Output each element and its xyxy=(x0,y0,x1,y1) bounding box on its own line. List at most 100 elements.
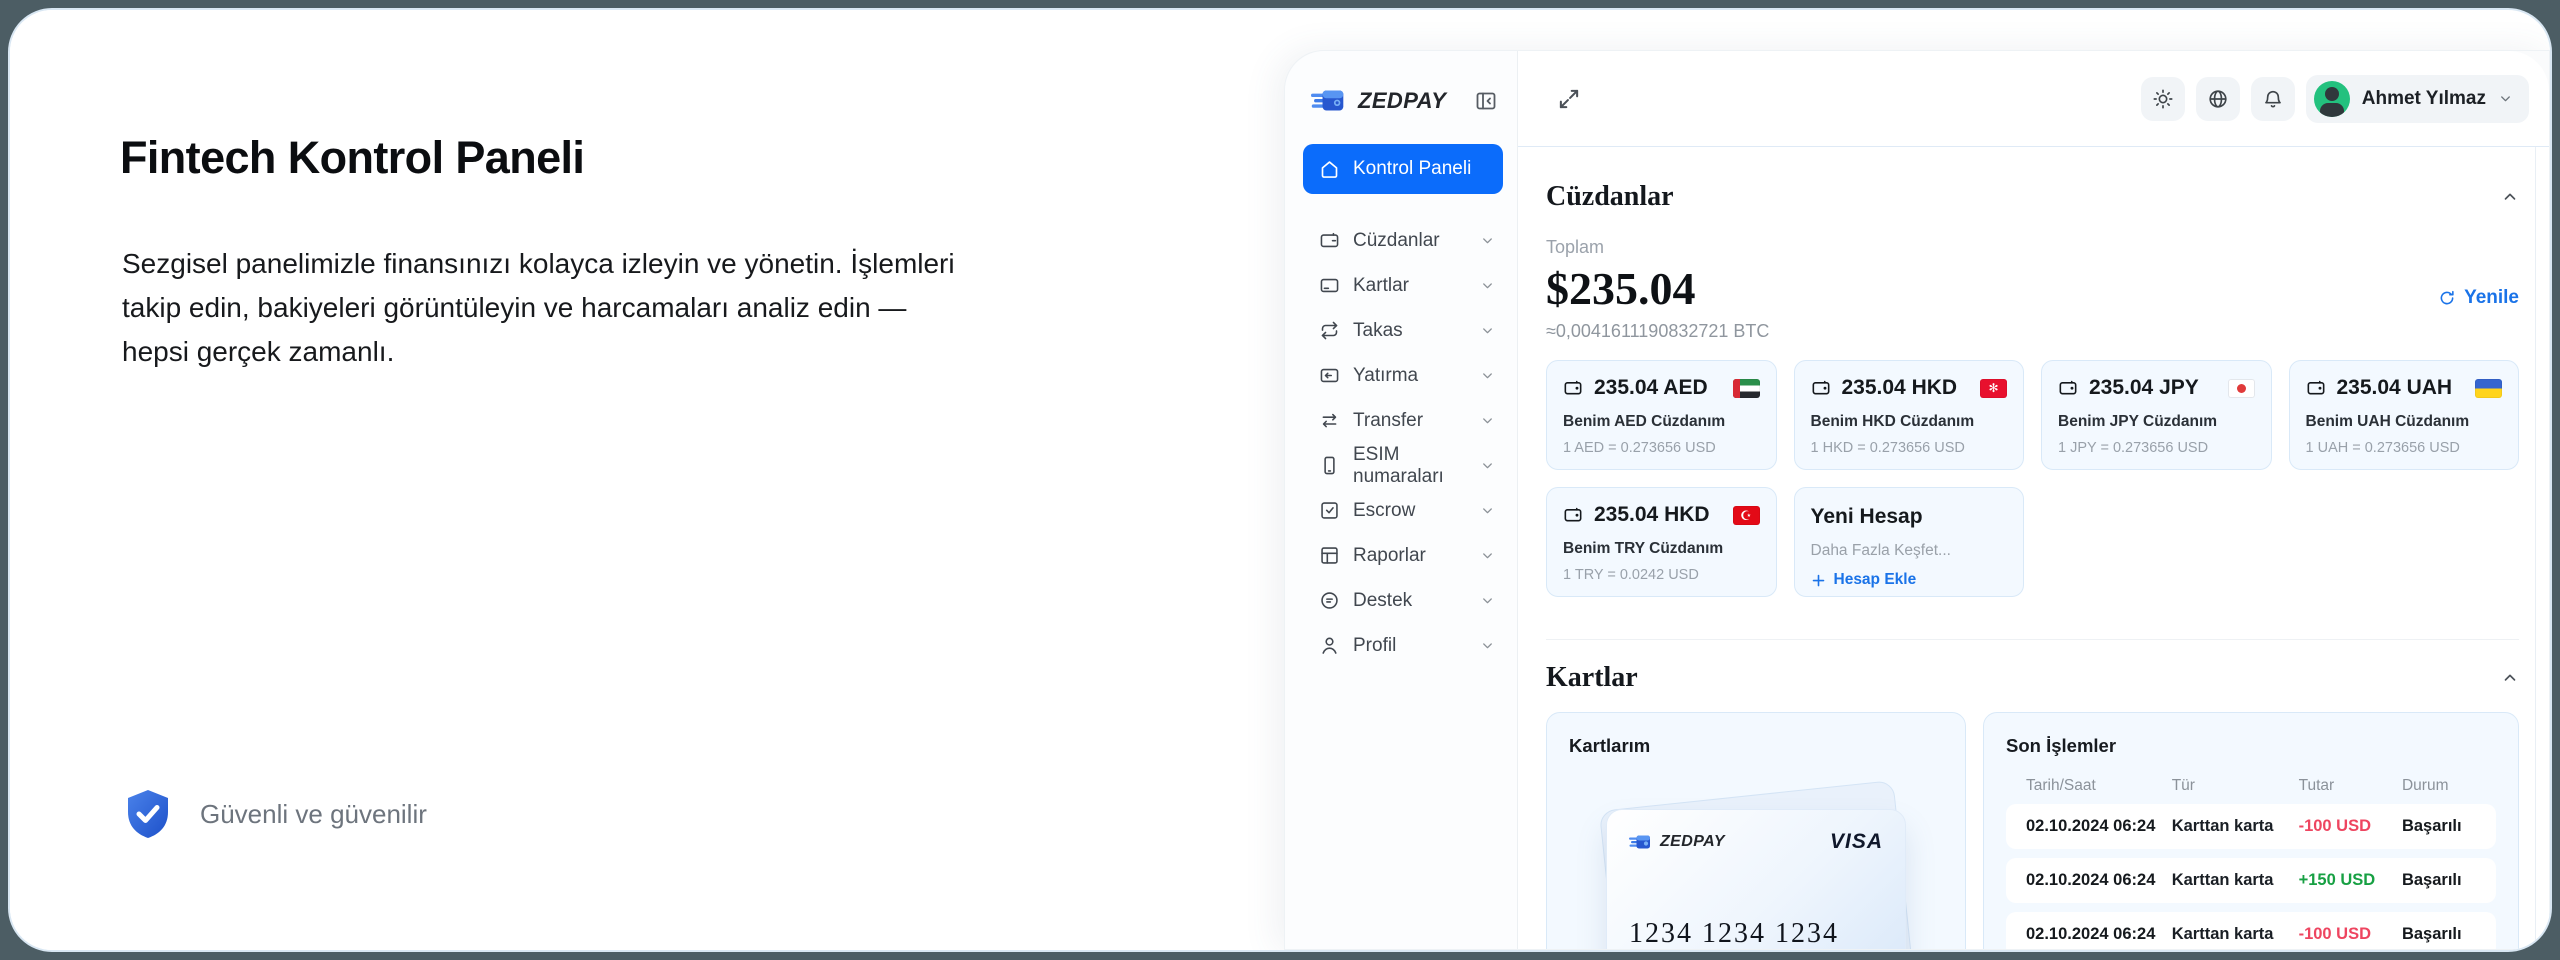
wallet-icon xyxy=(1811,378,1831,398)
theme-sun-icon xyxy=(2152,88,2174,110)
new-account-card[interactable]: Yeni Hesap Daha Fazla Keşfet... Hesap Ek… xyxy=(1794,487,2025,597)
tx-date: 02.10.2024 06:24 xyxy=(2026,925,2172,944)
sidebar-item-label: Raporlar xyxy=(1353,545,1426,567)
scrollbar[interactable] xyxy=(2535,147,2549,949)
sidebar-item-kartlar[interactable]: Kartlar xyxy=(1303,263,1503,308)
tx-status: Başarılı xyxy=(2402,817,2496,836)
wallet-rate: 1 UAH = 0.273656 USD xyxy=(2306,440,2503,456)
sidebar-item-label: Takas xyxy=(1353,320,1403,342)
transactions-table-header: Tarih/Saat Tür Tutar Durum xyxy=(2006,777,2496,795)
sidebar-item-label: Transfer xyxy=(1353,410,1423,432)
dashboard-app-panel: ZEDPAY Kontrol Paneli xyxy=(1284,50,2550,950)
brand-logo[interactable]: ZEDPAY xyxy=(1311,87,1446,114)
chevron-down-icon xyxy=(1480,368,1495,383)
sidebar-item-esim-numaralari[interactable]: ESIM numaraları xyxy=(1303,443,1503,488)
tx-amount: +150 USD xyxy=(2299,871,2402,890)
wallet-name: Benim JPY Cüzdanım xyxy=(2058,413,2255,431)
collapse-sidebar-button[interactable] xyxy=(1473,88,1499,114)
plus-icon xyxy=(1811,573,1826,588)
user-menu[interactable]: Ahmet Yılmaz xyxy=(2306,75,2529,123)
credit-card-icon xyxy=(1319,275,1340,296)
sidebar-item-destek[interactable]: Destek xyxy=(1303,578,1503,623)
tx-status: Başarılı xyxy=(2402,925,2496,944)
wallet-icon xyxy=(1319,230,1340,251)
wallet-amount: 235.04 HKD xyxy=(1842,376,1958,400)
wallet-rate: 1 TRY = 0.0242 USD xyxy=(1563,567,1760,583)
transaction-row[interactable]: 02.10.2024 06:24 Karttan karta +150 USD … xyxy=(2006,858,2496,903)
sidebar-item-label: Kontrol Paneli xyxy=(1353,158,1471,180)
home-icon xyxy=(1319,159,1340,180)
japan-flag-icon xyxy=(2228,379,2255,398)
main-area: Ahmet Yılmaz Cüzdanlar Toplam xyxy=(1518,51,2549,949)
tx-type: Karttan karta xyxy=(2172,925,2299,944)
wallet-amount: 235.04 HKD xyxy=(1594,503,1710,527)
sidebar-item-label: Escrow xyxy=(1353,500,1415,522)
wallet-card-aed[interactable]: 235.04 AED Benim AED Cüzdanım 1 AED = 0.… xyxy=(1546,360,1777,470)
wallet-card-uah[interactable]: 235.04 UAH Benim UAH Cüzdanım 1 UAH = 0.… xyxy=(2289,360,2520,470)
chevron-down-icon xyxy=(1480,593,1495,608)
tx-amount: -100 USD xyxy=(2299,817,2402,836)
visa-logo: VISA xyxy=(1830,830,1883,854)
chevron-down-icon xyxy=(1480,233,1495,248)
chevron-down-icon xyxy=(1480,638,1495,653)
chevron-down-icon xyxy=(1480,458,1495,473)
transaction-row[interactable]: 02.10.2024 06:24 Karttan karta -100 USD … xyxy=(2006,912,2496,949)
sidebar-item-escrow[interactable]: Escrow xyxy=(1303,488,1503,533)
refresh-button[interactable]: Yenile xyxy=(2438,253,2519,342)
column-header-date: Tarih/Saat xyxy=(2026,777,2172,795)
sidebar-item-cuzdanlar[interactable]: Cüzdanlar xyxy=(1303,218,1503,263)
wallets-total-block: Toplam $235.04 ≈0,0041611190832721 BTC Y… xyxy=(1546,237,2519,342)
cards-section-header: Kartlar xyxy=(1546,662,2519,694)
sidebar-item-label: Kartlar xyxy=(1353,275,1409,297)
add-account-button[interactable]: Hesap Ekle xyxy=(1811,571,2008,589)
turkey-flag-icon xyxy=(1733,506,1760,525)
tx-type: Karttan karta xyxy=(2172,871,2299,890)
bank-card: ZEDPAY VISA 1234 1234 1234 1234 xyxy=(1606,809,1906,949)
wallet-rate: 1 JPY = 0.273656 USD xyxy=(2058,440,2255,456)
sidebar-item-kontrol-paneli[interactable]: Kontrol Paneli xyxy=(1303,144,1503,194)
wallets-section-header: Cüzdanlar xyxy=(1546,181,2519,213)
wallet-name: Benim HKD Cüzdanım xyxy=(1811,413,2008,431)
check-square-icon xyxy=(1319,500,1340,521)
ukraine-flag-icon xyxy=(2475,379,2502,398)
btc-equivalent: ≈0,0041611190832721 BTC xyxy=(1546,321,1769,342)
transaction-row[interactable]: 02.10.2024 06:24 Karttan karta -100 USD … xyxy=(2006,804,2496,849)
collapse-cards-chevron-up-icon[interactable] xyxy=(2501,669,2519,687)
zedpay-logo-icon xyxy=(1311,87,1351,114)
sidebar-item-yatirma[interactable]: Yatırma xyxy=(1303,353,1503,398)
cards-panels: Kartlarım xyxy=(1546,712,2519,949)
deposit-icon xyxy=(1319,365,1340,386)
wallet-card-jpy[interactable]: 235.04 JPY Benim JPY Cüzdanım 1 JPY = 0.… xyxy=(2041,360,2272,470)
sidebar-item-takas[interactable]: Takas xyxy=(1303,308,1503,353)
wallet-card-try[interactable]: 235.04 HKD Benim TRY Cüzdanım 1 TRY = 0.… xyxy=(1546,487,1777,597)
language-button[interactable] xyxy=(2196,77,2240,121)
chevron-down-icon xyxy=(1480,548,1495,563)
reports-icon xyxy=(1319,545,1340,566)
chevron-down-icon xyxy=(1480,323,1495,338)
theme-toggle-button[interactable] xyxy=(2141,77,2185,121)
brand-name: ZEDPAY xyxy=(1660,833,1725,851)
sidebar-item-transfer[interactable]: Transfer xyxy=(1303,398,1503,443)
expand-icon[interactable] xyxy=(1556,86,1582,112)
hero-description: Sezgisel panelimizle finansınızı kolayca… xyxy=(122,242,962,374)
user-name: Ahmet Yılmaz xyxy=(2362,88,2486,110)
support-chat-icon xyxy=(1319,590,1340,611)
notifications-button[interactable] xyxy=(2251,77,2295,121)
uae-flag-icon xyxy=(1733,379,1760,398)
transactions-title: Son İşlemler xyxy=(2006,735,2496,757)
chevron-down-icon xyxy=(1480,278,1495,293)
sidebar-item-raporlar[interactable]: Raporlar xyxy=(1303,533,1503,578)
wallet-icon xyxy=(1563,378,1583,398)
hero-section: Fintech Kontrol Paneli Sezgisel panelimi… xyxy=(10,10,1284,950)
collapse-wallets-chevron-up-icon[interactable] xyxy=(2501,188,2519,206)
wallet-icon xyxy=(1563,505,1583,525)
avatar xyxy=(2314,81,2350,117)
zedpay-card-logo: ZEDPAY xyxy=(1629,833,1725,851)
sidebar-item-profil[interactable]: Profil xyxy=(1303,623,1503,668)
app-header: Ahmet Yılmaz xyxy=(1518,51,2549,147)
wallet-name: Benim UAH Cüzdanım xyxy=(2306,413,2503,431)
refresh-label: Yenile xyxy=(2464,287,2519,309)
bell-icon xyxy=(2262,88,2284,110)
wallet-card-hkd[interactable]: 235.04 HKD Benim HKD Cüzdanım 1 HKD = 0.… xyxy=(1794,360,2025,470)
transfer-arrows-icon xyxy=(1319,410,1340,431)
